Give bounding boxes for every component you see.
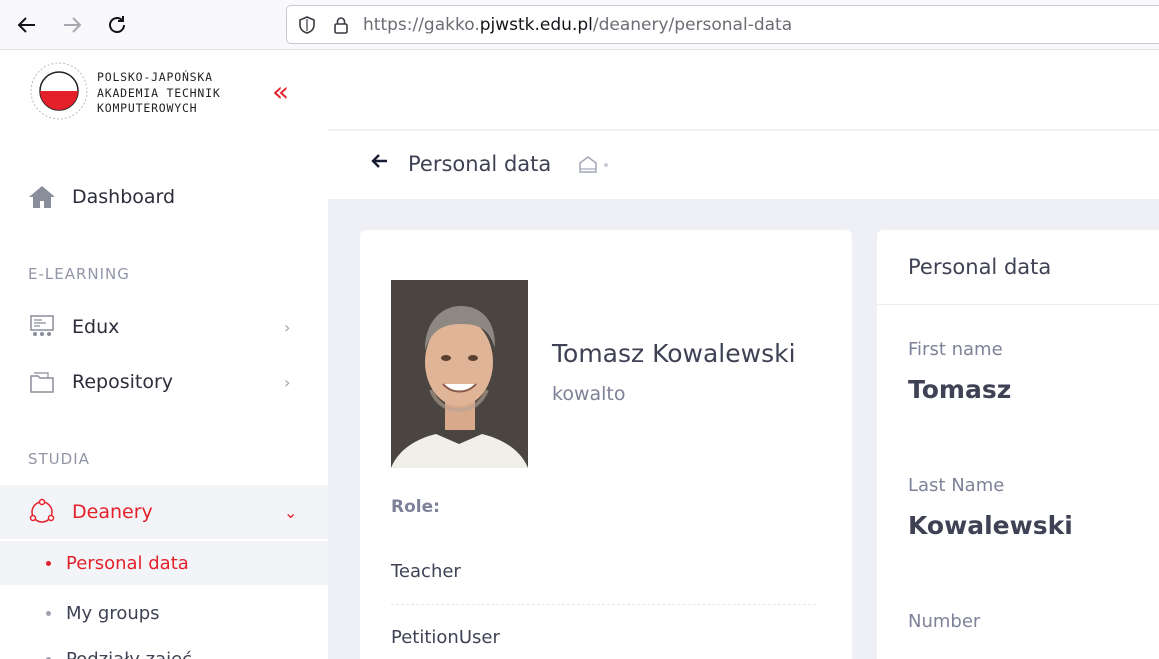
card-divider [877, 304, 1159, 305]
profile-photo [391, 280, 528, 468]
sidebar-item-repository[interactable]: Repository › [0, 356, 328, 408]
bullet-dot [46, 610, 51, 616]
personal-data-card: Personal data First name Tomasz Last Nam… [877, 230, 1159, 659]
folder-icon [28, 368, 56, 396]
top-header [328, 50, 1159, 130]
url-path: /deanery/personal-data [592, 15, 793, 35]
reload-icon[interactable] [104, 12, 130, 38]
sidebar-subitem-class-divisions[interactable]: Podziały zajęć [0, 637, 328, 659]
sidebar-item-label: Dashboard [72, 186, 176, 208]
url-prefix: https://gakko. [363, 15, 480, 35]
first-name-value: Tomasz [908, 375, 1012, 404]
sidebar-subitem-label: Podziały zajęć [66, 648, 193, 659]
role-item: PetitionUser [391, 627, 500, 648]
sidebar-subitem-label: Personal data [66, 552, 189, 574]
back-arrow-icon[interactable] [14, 12, 40, 38]
sidebar-subitem-label: My groups [66, 602, 160, 624]
address-bar[interactable]: https://gakko.pjwstk.edu.pl/deanery/pers… [286, 5, 1159, 44]
subheader: Personal data [328, 131, 1159, 199]
profile-login: kowalto [552, 383, 626, 405]
role-divider [391, 604, 816, 605]
number-label: Number [908, 611, 981, 632]
bullet-dot [46, 560, 51, 566]
forward-arrow-icon[interactable] [59, 12, 85, 38]
collapse-sidebar-icon[interactable]: « [272, 78, 289, 106]
section-label-studia: STUDIA [28, 450, 90, 468]
sidebar-subitem-personal-data[interactable]: Personal data [0, 541, 328, 585]
chevron-right-icon: › [284, 372, 291, 392]
sidebar-subitem-my-groups[interactable]: My groups [0, 591, 328, 635]
chevron-right-icon: › [284, 317, 291, 337]
main-content: Personal data Tomasz Kowalewski kowalto … [328, 50, 1159, 659]
pjatk-logo[interactable] [28, 60, 94, 126]
sidebar-item-dashboard[interactable]: Dashboard [0, 171, 328, 223]
first-name-label: First name [908, 339, 1003, 360]
breadcrumb-home-icon[interactable] [578, 155, 598, 177]
section-label-elearning: E-LEARNING [28, 265, 130, 283]
role-item: Teacher [391, 561, 461, 582]
shield-icon[interactable] [297, 15, 317, 39]
logo-line-2: AKADEMIA TECHNIK [97, 85, 221, 100]
browser-toolbar: https://gakko.pjwstk.edu.pl/deanery/pers… [0, 0, 1159, 50]
url-text[interactable]: https://gakko.pjwstk.edu.pl/deanery/pers… [363, 15, 792, 35]
page-title: Personal data [408, 152, 552, 176]
sidebar-item-label: Deanery [72, 501, 153, 523]
chevron-down-icon: ⌄ [284, 502, 298, 522]
profile-name: Tomasz Kowalewski [552, 339, 796, 368]
breadcrumb-separator [604, 163, 608, 167]
sidebar-item-label: Repository [72, 371, 174, 393]
logo-line-3: KOMPUTEROWYCH [97, 101, 198, 115]
lock-icon[interactable] [331, 15, 351, 39]
card-title: Personal data [908, 255, 1052, 279]
network-icon [28, 498, 56, 526]
back-arrow-icon[interactable] [370, 151, 390, 177]
url-domain: pjwstk.edu.pl [479, 15, 593, 35]
logo-text: POLSKO-JAPOŃSKA AKADEMIA TECHNIK KOMPUTE… [97, 70, 221, 117]
home-icon [28, 183, 56, 211]
last-name-label: Last Name [908, 475, 1005, 496]
classroom-icon [28, 313, 56, 341]
role-label: Role: [391, 497, 440, 517]
sidebar: POLSKO-JAPOŃSKA AKADEMIA TECHNIK KOMPUTE… [0, 50, 328, 659]
sidebar-item-edux[interactable]: Edux › [0, 301, 328, 353]
last-name-value: Kowalewski [908, 511, 1073, 540]
profile-card: Tomasz Kowalewski kowalto Role: Teacher … [360, 230, 852, 659]
sidebar-item-deanery[interactable]: Deanery ⌄ [0, 485, 328, 539]
logo-line-1: POLSKO-JAPOŃSKA [97, 70, 213, 84]
sidebar-item-label: Edux [72, 316, 120, 338]
